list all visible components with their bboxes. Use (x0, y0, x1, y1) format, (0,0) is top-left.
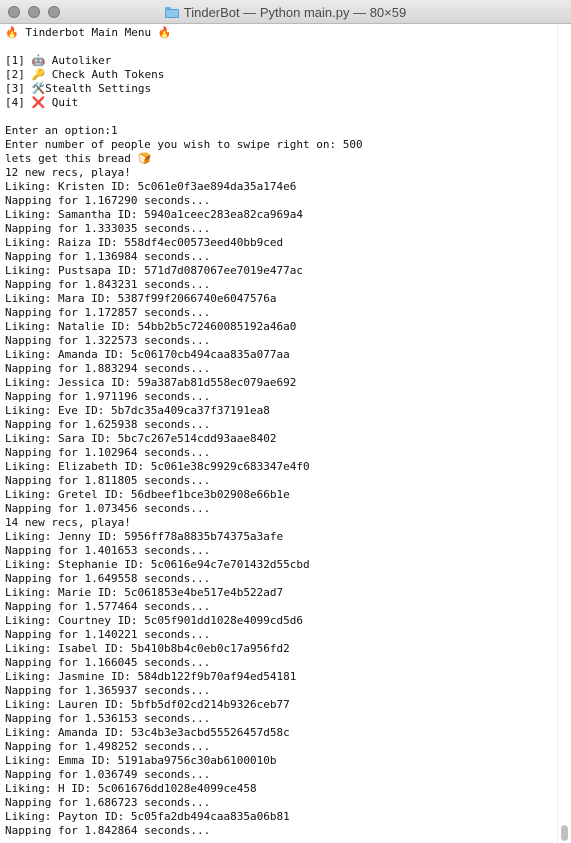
terminal-line: Liking: Courtney ID: 5c05f901dd1028e4099… (5, 614, 304, 627)
terminal-line: lets get this bread 🍞 (5, 152, 152, 165)
window-title-area: TinderBot — Python main.py — 80×59 (0, 0, 571, 24)
terminal-line: [2] 🔑 Check Auth Tokens (5, 68, 165, 81)
terminal-line: Liking: Pustsapa ID: 571d7d087067ee7019e… (5, 264, 304, 277)
folder-icon (164, 6, 179, 18)
terminal-line: Napping for 1.401653 seconds... (5, 544, 211, 557)
terminal-line: [4] ❌ Quit (5, 96, 79, 109)
terminal-line: Napping for 1.843231 seconds... (5, 278, 211, 291)
terminal-line: Napping for 1.883294 seconds... (5, 362, 211, 375)
terminal-line: Napping for 1.498252 seconds... (5, 740, 211, 753)
terminal-line: Napping for 1.140221 seconds... (5, 628, 211, 641)
terminal-line: Napping for 1.686723 seconds... (5, 796, 211, 809)
terminal-window: TinderBot — Python main.py — 80×59 🔥 Tin… (0, 0, 571, 843)
terminal-line: Liking: Jasmine ID: 584db122f9b70af94ed5… (5, 670, 297, 683)
scrollbar-thumb[interactable] (561, 825, 568, 841)
terminal-line: Napping for 1.811805 seconds... (5, 474, 211, 487)
terminal-line: Liking: Gretel ID: 56dbeef1bce3b02908e66… (5, 488, 290, 501)
terminal-line: Liking: Natalie ID: 54bb2b5c72460085192a… (5, 320, 297, 333)
terminal-line: Napping for 1.365937 seconds... (5, 684, 211, 697)
terminal-line: Liking: Emma ID: 5191aba9756c30ab6100010… (5, 754, 277, 767)
vertical-scrollbar[interactable] (557, 24, 571, 843)
terminal-line: Liking: Sara ID: 5bc7c267e514cdd93aae840… (5, 432, 277, 445)
terminal-line: [3] 🛠️Stealth Settings (5, 82, 152, 95)
terminal-line: Liking: Jessica ID: 59a387ab81d558ec079a… (5, 376, 297, 389)
terminal-line: Napping for 1.036749 seconds... (5, 768, 211, 781)
terminal-line: Liking: Marie ID: 5c061853e4be517e4b522a… (5, 586, 284, 599)
terminal-line: Enter an option:1 (5, 124, 118, 137)
terminal-line: Liking: Kristen ID: 5c061e0f3ae894da35a1… (5, 180, 297, 193)
terminal-line: 14 new recs, playa! (5, 516, 131, 529)
terminal-line: Napping for 1.172857 seconds... (5, 306, 211, 319)
terminal-line: Napping for 1.102964 seconds... (5, 446, 211, 459)
terminal-line: Napping for 1.649558 seconds... (5, 572, 211, 585)
terminal-line: [1] 🤖 Autoliker (5, 54, 112, 67)
terminal-line: Liking: Samantha ID: 5940a1ceec283ea82ca… (5, 208, 304, 221)
terminal-line: Napping for 1.577464 seconds... (5, 600, 211, 613)
terminal-line: Liking: Elizabeth ID: 5c061e38c9929c6833… (5, 460, 310, 473)
terminal-line: Liking: Eve ID: 5b7dc35a409ca37f37191ea8 (5, 404, 270, 417)
terminal-line: Liking: Stephanie ID: 5c0616e94c7e701432… (5, 558, 310, 571)
terminal-line: 🔥 Tinderbot Main Menu 🔥 (5, 26, 172, 39)
terminal-line: Enter number of people you wish to swipe… (5, 138, 363, 151)
terminal-line: Napping for 1.625938 seconds... (5, 418, 211, 431)
terminal-line: Napping for 1.971196 seconds... (5, 390, 211, 403)
terminal-line: 12 new recs, playa! (5, 166, 131, 179)
terminal-line: Napping for 1.842864 seconds... (5, 824, 211, 837)
terminal-line: Liking: Raiza ID: 558df4ec00573eed40bb9c… (5, 236, 284, 249)
terminal-line: Napping for 1.136984 seconds... (5, 250, 211, 263)
terminal-line: Liking: Isabel ID: 5b410b8b4c0eb0c17a956… (5, 642, 290, 655)
terminal-line: Napping for 1.166045 seconds... (5, 656, 211, 669)
terminal-line: Liking: Jenny ID: 5956ff78a8835b74375a3a… (5, 530, 284, 543)
terminal-line: Napping for 1.333035 seconds... (5, 222, 211, 235)
terminal-output[interactable]: 🔥 Tinderbot Main Menu 🔥 [1] 🤖 Autoliker [2… (5, 26, 553, 838)
terminal-line: Liking: H ID: 5c061676dd1028e4099ce458 (5, 782, 257, 795)
window-title: TinderBot — Python main.py — 80×59 (183, 4, 407, 20)
terminal-line: Liking: Payton ID: 5c05fa2db494caa835a06… (5, 810, 290, 823)
terminal-line: Liking: Amanda ID: 53c4b3e3acbd55526457d… (5, 726, 290, 739)
terminal-line: Liking: Amanda ID: 5c06170cb494caa835a07… (5, 348, 290, 361)
terminal-line: Liking: Mara ID: 5387f99f2066740e6047576… (5, 292, 277, 305)
terminal-line: Napping for 1.167290 seconds... (5, 194, 211, 207)
terminal-line: Napping for 1.322573 seconds... (5, 334, 211, 347)
terminal-line: Napping for 1.073456 seconds... (5, 502, 211, 515)
terminal-line: Napping for 1.536153 seconds... (5, 712, 211, 725)
terminal-line: Liking: Lauren ID: 5bfb5df02cd214b9326ce… (5, 698, 290, 711)
title-bar[interactable]: TinderBot — Python main.py — 80×59 (0, 0, 571, 24)
